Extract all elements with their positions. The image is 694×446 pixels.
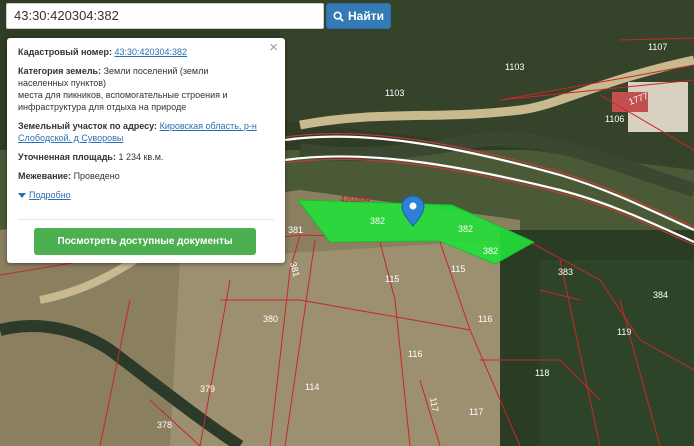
- parcel-label: 119: [617, 327, 631, 337]
- search-button[interactable]: Найти: [326, 3, 391, 29]
- category-value: инфраструктура для отдыха на природе: [18, 102, 187, 112]
- block-label: 420304: [340, 194, 370, 204]
- parcel-label: 1107: [648, 42, 667, 52]
- view-documents-button[interactable]: Посмотреть доступные документы: [34, 228, 256, 255]
- area-row: Уточненная площадь: 1 234 кв.м.: [18, 151, 275, 163]
- divider: [18, 219, 274, 220]
- parcel-label: 384: [653, 290, 668, 300]
- search-icon: [333, 10, 344, 22]
- category-value: Земли поселений (земли: [103, 66, 209, 76]
- parcel-label: 114: [305, 382, 319, 392]
- chevron-down-icon: [18, 192, 26, 198]
- parcel-label: 115: [451, 264, 465, 274]
- parcel-label: 117: [469, 407, 483, 417]
- search-input[interactable]: 43:30:420304:382: [6, 3, 324, 29]
- survey-label: Межевание:: [18, 171, 72, 181]
- parcel-label: 116: [408, 349, 422, 359]
- parcel-label: 1103: [505, 62, 524, 72]
- more-details-label: Подробно: [29, 190, 71, 200]
- survey-value: Проведено: [73, 171, 120, 181]
- parcel-label: 380: [263, 314, 278, 324]
- survey-row: Межевание: Проведено: [18, 170, 275, 182]
- address-label: Земельный участок по адресу:: [18, 121, 158, 131]
- address-link[interactable]: Слободской, д Суворовы: [18, 133, 123, 143]
- parcel-label: 116: [478, 314, 492, 324]
- category-label: Категория земель:: [18, 66, 102, 76]
- parcel-info-popup: × Кадастровый номер: 43:30:420304:382 Ка…: [7, 38, 285, 263]
- cadastral-row: Кадастровый номер: 43:30:420304:382: [18, 46, 275, 58]
- address-row: Земельный участок по адресу: Кировская о…: [18, 120, 275, 144]
- area-value: 1 234 кв.м.: [118, 152, 164, 162]
- category-row: Категория земель: Земли поселений (земли…: [18, 65, 275, 113]
- parcel-label: 378: [157, 420, 172, 430]
- cadastral-link[interactable]: 43:30:420304:382: [114, 47, 187, 57]
- area-label: Уточненная площадь:: [18, 152, 116, 162]
- parcel-label: 382: [458, 224, 473, 234]
- parcel-label: 115: [385, 274, 399, 284]
- parcel-label: 1106: [605, 114, 624, 124]
- cadastral-label: Кадастровый номер:: [18, 47, 112, 57]
- address-link[interactable]: Кировская область, р-н: [160, 121, 257, 131]
- parcel-label: 379: [200, 384, 215, 394]
- close-icon[interactable]: ×: [269, 40, 278, 56]
- parcel-label: 1103: [385, 88, 404, 98]
- parcel-label: 382: [370, 216, 385, 226]
- parcel-label: 383: [558, 267, 573, 277]
- more-details-link[interactable]: Подробно: [18, 189, 275, 201]
- search-button-label: Найти: [348, 9, 384, 23]
- parcel-label: 382: [483, 246, 498, 256]
- parcel-label: 118: [535, 368, 549, 378]
- category-value: места для пикников, вспомогательные стро…: [18, 90, 228, 100]
- category-value: населенных пунктов): [18, 78, 107, 88]
- parcel-label: 381: [288, 225, 303, 235]
